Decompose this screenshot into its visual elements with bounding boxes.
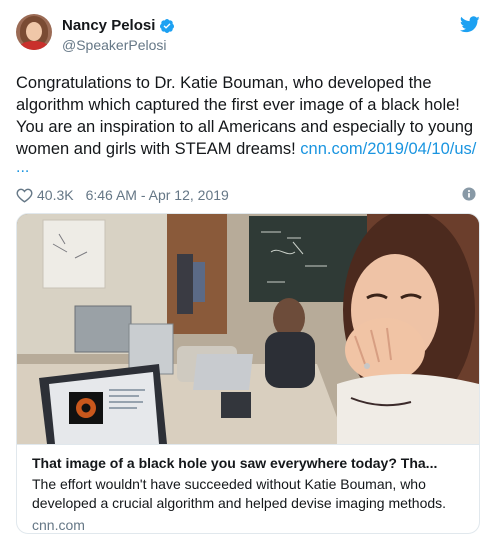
tweet-meta: 40.3K 6:46 AM - Apr 12, 2019 (16, 186, 480, 204)
heart-icon[interactable] (16, 187, 33, 203)
tweet-timestamp[interactable]: 6:46 AM - Apr 12, 2019 (86, 187, 229, 203)
card-domain: cnn.com (32, 517, 85, 533)
info-icon[interactable] (462, 187, 476, 201)
avatar[interactable] (16, 14, 52, 50)
like-count[interactable]: 40.3K (37, 187, 74, 203)
tweet-link[interactable]: cnn.com/2019/04/10/us/ (300, 140, 476, 158)
card-image[interactable] (17, 214, 479, 444)
twitter-bird-icon[interactable] (460, 16, 480, 33)
author-display-name[interactable]: Nancy Pelosi (62, 17, 155, 34)
card-title[interactable]: That image of a black hole you saw every… (32, 454, 464, 472)
card-photo (17, 214, 479, 444)
tweet-link-continuation[interactable]: ... (16, 159, 29, 177)
card-description: The effort wouldn't have succeeded witho… (32, 476, 447, 511)
embedded-tweet: Nancy Pelosi @SpeakerPelosi Congratulati… (0, 0, 496, 539)
tweet-header: Nancy Pelosi @SpeakerPelosi (16, 14, 480, 58)
tweet-text: Congratulations to Dr. Katie Bouman, who… (16, 72, 480, 160)
author-handle[interactable]: @SpeakerPelosi (62, 37, 175, 53)
verified-badge-icon (160, 18, 175, 33)
link-card[interactable]: That image of a black hole you saw every… (16, 213, 480, 534)
author-block[interactable]: Nancy Pelosi @SpeakerPelosi (62, 16, 175, 53)
card-body: That image of a black hole you saw every… (17, 444, 479, 533)
